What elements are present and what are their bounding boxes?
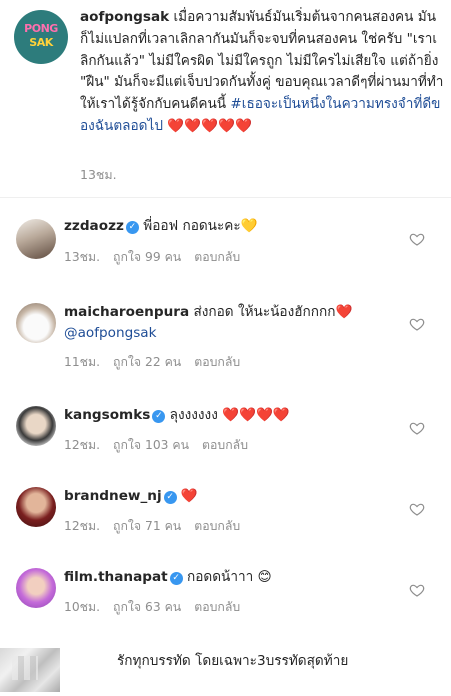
- caption-timestamp: 13ชม.: [80, 167, 117, 182]
- caption-divider: [0, 197, 451, 198]
- caption-hearts: ❤️❤️❤️❤️❤️: [162, 117, 252, 134]
- comment-username[interactable]: kangsomks: [64, 407, 150, 423]
- reply-button[interactable]: ตอบกลับ: [194, 600, 240, 614]
- comment-meta: 10ชม. ถูกใจ 63 คน ตอบกลับ: [64, 598, 253, 617]
- comment-likes[interactable]: ถูกใจ 22 คน: [113, 355, 181, 369]
- post-caption: PONG SAK aofpongsak เมื่อความสัมพันธ์มัน…: [0, 0, 451, 196]
- commenter-avatar[interactable]: [16, 568, 56, 608]
- post-author-avatar[interactable]: PONG SAK: [14, 10, 68, 64]
- reply-button[interactable]: ตอบกลับ: [194, 250, 240, 264]
- comment-time: 11ชม.: [64, 355, 101, 369]
- commenter-avatar[interactable]: [16, 487, 56, 527]
- comment-time: 13ชม.: [64, 250, 101, 264]
- comment-body: กอดดน้าาา 😊: [182, 569, 272, 585]
- heart-outline-icon[interactable]: [409, 231, 425, 247]
- comment-meta: 12ชม. ถูกใจ 71 คน ตอบกลับ: [64, 517, 253, 536]
- comment-time: 12ชม.: [64, 438, 101, 452]
- avatar-logo-top: PONG: [24, 22, 58, 35]
- comment-time: 10ชม.: [64, 600, 101, 614]
- comment-meta: 11ชม. ถูกใจ 22 คน ตอบกลับ: [64, 353, 253, 372]
- comment-likes[interactable]: ถูกใจ 99 คน: [113, 250, 181, 264]
- reply-button[interactable]: ตอบกลับ: [194, 519, 240, 533]
- verified-badge-icon: ✓: [169, 572, 183, 585]
- heart-outline-icon[interactable]: [409, 316, 425, 332]
- avatar-logo-bottom: SAK: [29, 36, 53, 49]
- heart-outline-icon[interactable]: [409, 501, 425, 517]
- commenter-avatar[interactable]: [16, 219, 56, 259]
- comment-likes[interactable]: ถูกใจ 71 คน: [113, 519, 181, 533]
- comment-body: รักทุกบรรทัด โดยเฉพาะ3บรรทัดสุดท้าย: [117, 653, 349, 669]
- comment-text: film.thanapat ✓ กอดดน้าาา 😊: [64, 567, 394, 588]
- comment-body: ส่งกอด ให้นะน้องฮักกกก❤️: [189, 304, 353, 320]
- reply-button[interactable]: ตอบกลับ: [202, 438, 248, 452]
- comment-username[interactable]: zzdaozz: [64, 218, 124, 234]
- censored-avatar: [0, 648, 60, 692]
- comment-username[interactable]: maicharoenpura: [64, 304, 189, 320]
- comment-username[interactable]: brandnew_nj: [64, 488, 162, 504]
- comment-body: พี่ออฟ กอดนะคะ💛: [138, 218, 258, 234]
- comment-text: zzdaozz ✓ พี่ออฟ กอดนะคะ💛: [64, 216, 394, 237]
- comment-time: 12ชม.: [64, 519, 101, 533]
- verified-badge-icon: ✓: [152, 410, 166, 423]
- comment-body: ❤️: [176, 488, 198, 504]
- comment-mention[interactable]: @aofpongsak: [64, 325, 157, 341]
- commenter-avatar[interactable]: [16, 406, 56, 446]
- caption-body: aofpongsak เมื่อความสัมพันธ์มันเริ่มต้นจ…: [80, 7, 444, 138]
- comment-text: รักทุกบรรทัด โดยเฉพาะ3บรรทัดสุดท้าย: [117, 651, 417, 672]
- comment-text: kangsomks ✓ ลุงงงงงง ❤️❤️❤️❤️: [64, 405, 394, 426]
- post-author-username[interactable]: aofpongsak: [80, 9, 169, 25]
- commenter-avatar[interactable]: [16, 303, 56, 343]
- comment-meta: 12ชม. ถูกใจ 103 คน ตอบกลับ: [64, 436, 261, 455]
- comment-username[interactable]: film.thanapat: [64, 569, 168, 585]
- comment-likes[interactable]: ถูกใจ 63 คน: [113, 600, 181, 614]
- reply-button[interactable]: ตอบกลับ: [194, 355, 240, 369]
- comment-meta: 13ชม. ถูกใจ 99 คน ตอบกลับ: [64, 248, 253, 267]
- comment-text: maicharoenpura ส่งกอด ให้นะน้องฮักกกก❤️ …: [64, 302, 379, 344]
- verified-badge-icon: ✓: [163, 491, 177, 504]
- comment-likes[interactable]: ถูกใจ 103 คน: [113, 438, 189, 452]
- comment-body: ลุงงงงงง ❤️❤️❤️❤️: [165, 407, 290, 423]
- comment-text: brandnew_nj ✓ ❤️: [64, 486, 394, 507]
- heart-outline-icon[interactable]: [409, 420, 425, 436]
- heart-outline-icon[interactable]: [409, 582, 425, 598]
- verified-badge-icon: ✓: [125, 221, 139, 234]
